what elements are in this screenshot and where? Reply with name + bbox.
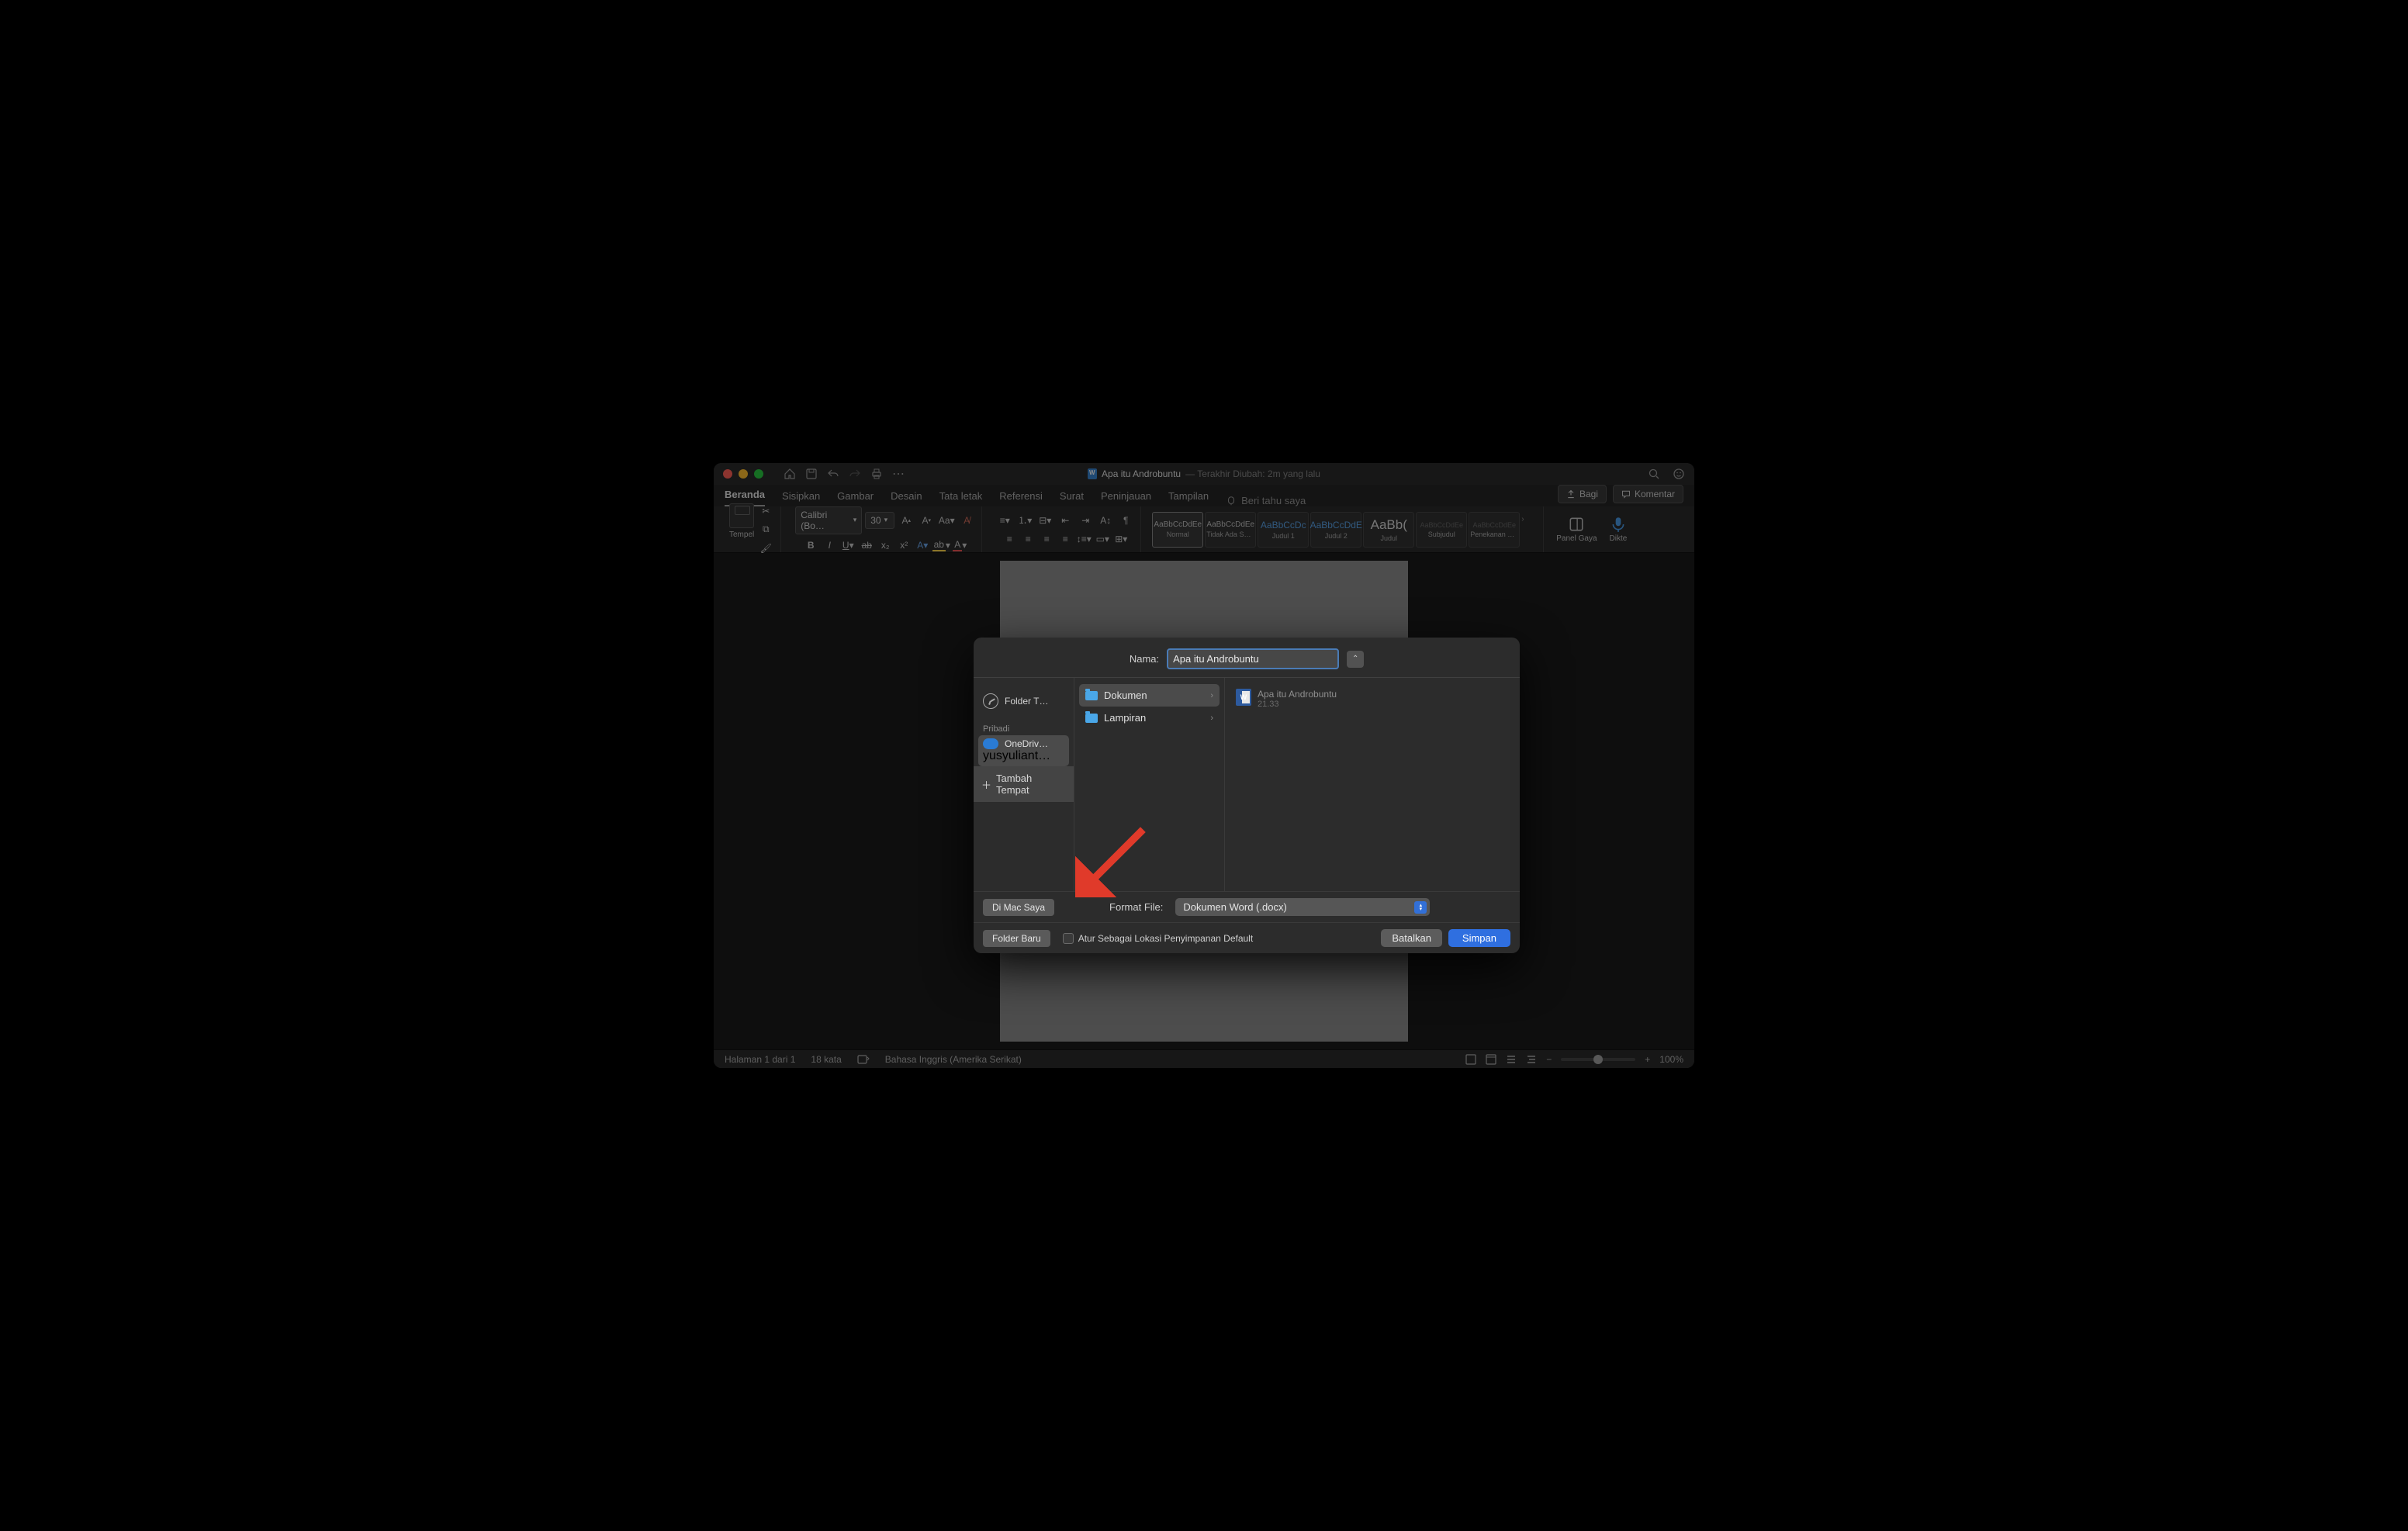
- onedrive-label: OneDriv…: [1005, 738, 1048, 749]
- default-location-checkbox[interactable]: Atur Sebagai Lokasi Penyimpanan Default: [1063, 933, 1253, 944]
- folder-icon: [1085, 714, 1098, 723]
- folder-label: Lampiran: [1104, 712, 1146, 724]
- file-name-label: Apa itu Androbuntu: [1258, 689, 1337, 700]
- file-format-select[interactable]: Dokumen Word (.docx) ▴▾: [1175, 898, 1430, 916]
- chevron-right-icon: ›: [1210, 714, 1213, 723]
- recent-folder-item[interactable]: Folder T…: [978, 686, 1069, 717]
- default-location-label: Atur Sebagai Lokasi Penyimpanan Default: [1078, 933, 1253, 944]
- word-file-icon: W: [1236, 689, 1251, 706]
- clock-icon: [983, 693, 998, 709]
- onedrive-icon: [983, 738, 998, 749]
- chevron-right-icon: ›: [1210, 691, 1213, 700]
- add-place-button[interactable]: ＋ Tambah Tempat: [974, 766, 1074, 802]
- save-dialog: Nama: ⌃ Folder T… Pribadi OneDriv… yusyu…: [974, 638, 1520, 953]
- format-label: Format File:: [1109, 901, 1163, 913]
- onedrive-item[interactable]: OneDriv… yusyuliant…: [978, 735, 1069, 766]
- new-folder-button[interactable]: Folder Baru: [983, 930, 1050, 947]
- cancel-button[interactable]: Batalkan: [1381, 929, 1442, 947]
- filename-input[interactable]: [1167, 648, 1339, 669]
- folder-item-dokumen[interactable]: Dokumen ›: [1079, 684, 1220, 707]
- file-time-label: 21.33: [1258, 700, 1337, 709]
- folder-label: Dokumen: [1104, 689, 1147, 701]
- file-format-value: Dokumen Word (.docx): [1183, 901, 1286, 913]
- checkbox-icon: [1063, 933, 1074, 944]
- save-button[interactable]: Simpan: [1448, 929, 1510, 947]
- caret-updown-icon: ▴▾: [1414, 901, 1427, 914]
- folder-icon: [1085, 691, 1098, 700]
- plus-icon: ＋: [981, 777, 991, 792]
- name-label: Nama:: [1130, 653, 1159, 665]
- places-section-label: Pribadi: [983, 724, 1069, 734]
- onedrive-sublabel: yusyuliant…: [983, 749, 1050, 762]
- expand-dialog-button[interactable]: ⌃: [1347, 651, 1364, 668]
- app-window: ⋯ Apa itu Androbuntu — Terakhir Diubah: …: [714, 463, 1694, 1068]
- file-item[interactable]: W Apa itu Androbuntu 21.33: [1230, 684, 1515, 714]
- folder-item-lampiran[interactable]: Lampiran ›: [1079, 707, 1220, 729]
- add-place-label: Tambah Tempat: [996, 772, 1066, 796]
- file-browser: Folder T… Pribadi OneDriv… yusyuliant… ＋…: [974, 677, 1520, 891]
- recent-folder-label: Folder T…: [1005, 696, 1048, 707]
- on-my-mac-button[interactable]: Di Mac Saya: [983, 899, 1054, 916]
